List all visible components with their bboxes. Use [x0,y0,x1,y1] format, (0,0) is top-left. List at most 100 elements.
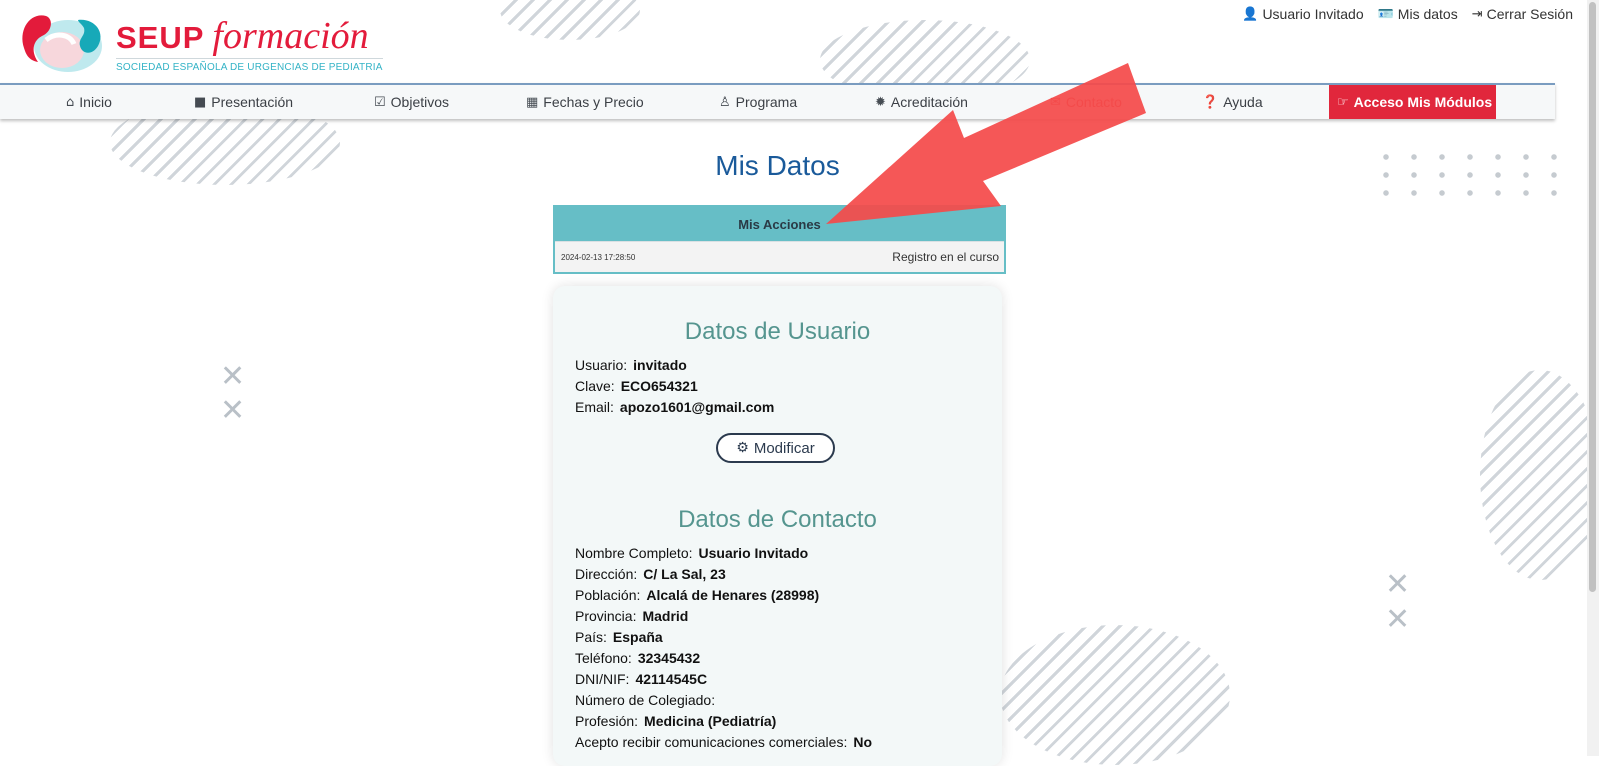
brand-tagline: formación [212,15,369,57]
nav-label: Acreditación [890,94,968,110]
nav-label: Presentación [211,94,294,110]
envelope-icon: ✉ [1050,94,1061,110]
field-colegiado: Número de Colegiado: [575,692,721,708]
field-label: Número de Colegiado: [575,692,716,708]
field-value: C/ La Sal, 23 [643,566,726,582]
decorative-stripes [1480,370,1599,580]
scrollbar-thumb[interactable] [1589,2,1596,592]
field-profesion: Profesión: Medicina (Pediatría) [575,713,776,729]
field-provincia: Provincia: Madrid [575,608,688,624]
field-value: ECO654321 [620,378,698,394]
nav-item-objetivos[interactable]: ☑ Objetivos [374,85,449,119]
decorative-stripes [1000,625,1230,765]
field-label: Dirección: [575,566,638,582]
field-usuario: Usuario: invitado [575,357,687,373]
field-value: invitado [633,357,687,373]
field-comunicaciones: Acepto recibir comunicaciones comerciale… [575,734,872,750]
field-value: 42114545C [635,671,708,687]
field-label: Teléfono: [575,650,632,666]
nav-item-inicio[interactable]: ⌂ Inicio [66,85,112,119]
field-label: Usuario: [575,357,628,373]
field-label: Provincia: [575,608,637,624]
field-email: Email: apozo1601@gmail.com [575,399,774,415]
nav-item-acceso-modulos[interactable]: ☞ Acceso Mis Módulos [1329,85,1496,119]
sign-out-icon: ⇥ [1471,6,1483,22]
decorative-x-icon: ✕ [1385,602,1411,637]
nav-item-programa[interactable]: ♙ Programa [719,85,797,119]
field-value: Usuario Invitado [698,545,809,561]
user-label: Usuario Invitado [1262,6,1364,22]
decorative-x-icon: ✕ [1385,567,1411,602]
nav-label: Programa [735,94,798,110]
user-section-title: Datos de Usuario [684,318,871,345]
question-circle-icon: ❓ [1202,94,1219,110]
calendar-icon: ▦ [526,94,539,110]
field-telefono: Teléfono: 32345432 [575,650,700,666]
logout-link[interactable]: ⇥ Cerrar Sesión [1472,6,1573,22]
nav-label: Contacto [1065,94,1122,110]
user-data-card: Datos de Usuario Usuario: invitado Clave:… [553,286,1002,766]
modify-button[interactable]: ⚙ Modificar [716,433,835,463]
nav-item-acreditacion[interactable]: ✹ Acreditación [875,85,968,119]
nav-label: Ayuda [1223,94,1263,110]
field-nombre: Nombre Completo: Usuario Invitado [575,545,808,561]
action-description: Registro en el curso [892,250,999,264]
field-label: Profesión: [575,713,639,729]
field-value: Madrid [642,608,689,624]
field-label: Email: [575,399,614,415]
nav-label: Acceso Mis Módulos [1353,94,1493,110]
logo-title: SEUP formación [116,14,369,58]
field-label: Acepto recibir comunicaciones comerciale… [575,734,848,750]
field-clave: Clave: ECO654321 [575,378,698,394]
field-value: 32345432 [637,650,701,666]
user-link[interactable]: 👤 Usuario Invitado [1242,6,1363,22]
field-label: Clave: [575,378,615,394]
hand-point-right-icon: ☞ [1337,94,1349,110]
seup-logo-icon [22,15,102,72]
site-logo[interactable]: SEUP formación SOCIEDAD ESPAÑOLA DE URGEN… [16,10,386,75]
main-nav: ⌂ Inicio ■ Presentación ☑ Objetivos ▦ Fe… [0,83,1555,119]
field-label: Nombre Completo: [575,545,693,561]
field-label: País: [575,629,607,645]
field-value: Medicina (Pediatría) [644,713,777,729]
decorative-stripes [500,0,640,40]
checkbox-icon: ☑ [374,94,386,110]
my-data-label: Mis datos [1397,6,1458,22]
decorative-x-icon: ✕ [220,393,246,428]
field-poblacion: Población: Alcalá de Henares (28998) [575,587,819,603]
page-scrollbar[interactable] [1587,0,1599,756]
field-value: Alcalá de Henares (28998) [646,587,820,603]
actions-header: Mis Acciones [555,207,1004,241]
action-date: 2024-02-13 17:28:50 [561,252,636,262]
field-dni: DNI/NIF: 42114545C [575,671,707,687]
field-direccion: Dirección: C/ La Sal, 23 [575,566,726,582]
field-value: España [612,629,663,645]
certificate-icon: ✹ [875,94,886,110]
nav-label: Objetivos [390,94,450,110]
my-data-link[interactable]: 🪪 Mis datos [1378,6,1458,22]
brand-name: SEUP [116,20,205,55]
user-tie-icon: ♙ [719,94,731,110]
field-value: No [853,734,873,750]
table-row: 2024-02-13 17:28:50 Registro en el curso [555,241,1004,272]
nav-item-presentacion[interactable]: ■ Presentación [194,85,293,119]
brand-subtitle: SOCIEDAD ESPAÑOLA DE URGENCIAS DE PEDIAT… [116,58,383,73]
nav-item-ayuda[interactable]: ❓ Ayuda [1202,85,1263,119]
home-icon: ⌂ [66,94,75,110]
nav-label: Fechas y Precio [543,94,644,110]
field-pais: País: España [575,629,663,645]
user-icon: 👤 [1242,6,1259,22]
id-card-icon: 🪪 [1377,6,1394,22]
contact-section-title: Datos de Contacto [678,506,877,533]
field-value: apozo1601@gmail.com [619,399,775,415]
field-label: Población: [575,587,641,603]
nav-label: Inicio [79,94,112,110]
logout-label: Cerrar Sesión [1486,6,1573,22]
modify-label: Modificar [753,439,815,457]
nav-item-contacto[interactable]: ✉ Contacto [1050,85,1122,119]
page-title: Mis Datos [715,150,840,181]
video-icon: ■ [194,94,207,110]
user-bar: 👤 Usuario Invitado 🪪 Mis datos ⇥ Cerrar … [1242,6,1573,22]
nav-item-fechas-precio[interactable]: ▦ Fechas y Precio [526,85,644,119]
actions-table: Mis Acciones 2024-02-13 17:28:50 Registr… [553,205,1006,274]
